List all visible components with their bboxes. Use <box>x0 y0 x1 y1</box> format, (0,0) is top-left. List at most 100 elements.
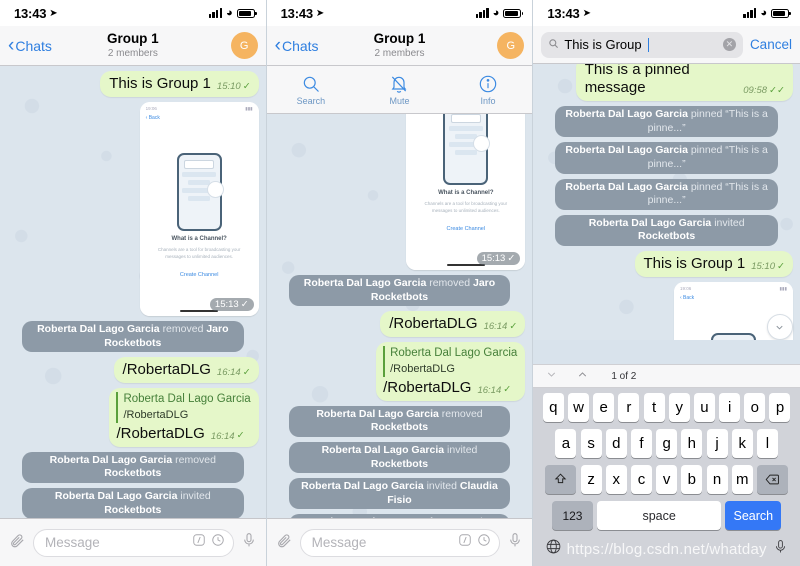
outgoing-bubble[interactable]: This is Group 1 15:10 ✓ <box>100 71 259 97</box>
scroll-to-bottom-button[interactable] <box>766 314 793 340</box>
read-tick-icon: ✓ <box>777 260 785 272</box>
reply-bubble[interactable]: Roberta Dal Lago Garcia /RobertaDLG /Rob… <box>376 342 526 401</box>
service-actor: Roberta Dal Lago Garcia <box>303 277 427 289</box>
shift-arrow-icon[interactable] <box>545 465 577 494</box>
key-b[interactable]: b <box>681 465 703 494</box>
paperclip-icon[interactable] <box>276 532 293 554</box>
nav-bar: ‹ Chats Group 1 2 members G <box>0 26 266 66</box>
wifi-icon: ◕ <box>492 6 500 19</box>
clear-circle-icon[interactable]: ✕ <box>722 38 736 51</box>
action-info-label: Info <box>480 95 496 106</box>
key-u[interactable]: u <box>693 393 715 422</box>
slash-command-icon[interactable] <box>458 533 472 552</box>
key-z[interactable]: z <box>580 465 602 494</box>
key-numbers[interactable]: 123 <box>551 501 593 530</box>
search-input[interactable]: This is Group ✕ <box>541 31 743 58</box>
service-action: invited <box>426 480 457 493</box>
key-q[interactable]: q <box>542 393 564 422</box>
key-w[interactable]: w <box>567 393 589 422</box>
message-text: /RobertaDLG <box>122 361 211 379</box>
key-v[interactable]: v <box>656 465 678 494</box>
avatar[interactable]: G <box>497 32 525 59</box>
service-actor: Roberta Dal Lago Garcia <box>565 144 688 157</box>
chat-scroll-area[interactable]: This is a pinned message 09:58 ✓✓ Robert… <box>533 64 800 340</box>
key-t[interactable]: t <box>643 393 665 422</box>
slash-command-icon[interactable] <box>192 533 206 552</box>
service-action: pinned <box>690 180 723 193</box>
key-n[interactable]: n <box>706 465 728 494</box>
message-meta: 16:14 ✓ <box>211 431 245 443</box>
key-s[interactable]: s <box>580 429 602 458</box>
chat-scroll-area[interactable]: This is Group 1 15:10 ✓ 19:06 ▮▮▮ ‹ Back… <box>0 66 266 566</box>
reply-quote[interactable]: Roberta Dal Lago Garcia /RobertaDLG <box>116 392 251 423</box>
key-k[interactable]: k <box>731 429 753 458</box>
service-action: pinned <box>690 108 723 120</box>
reply-bubble[interactable]: Roberta Dal Lago Garcia /RobertaDLG /Rob… <box>109 388 259 447</box>
key-x[interactable]: x <box>605 465 627 494</box>
key-m[interactable]: m <box>731 465 753 494</box>
key-r[interactable]: r <box>618 393 640 422</box>
message-meta: 15:10 ✓ <box>751 261 785 273</box>
message-time: 09:58 <box>743 85 768 96</box>
message-text: This is Group 1 <box>643 255 746 273</box>
read-tick-icon: ✓ <box>242 367 251 379</box>
action-search-button[interactable]: Search <box>267 66 356 113</box>
key-search-return[interactable]: Search <box>725 501 782 530</box>
key-a[interactable]: a <box>555 429 577 458</box>
photo-attachment: 19:06 ▮▮▮ ‹ Back What is a Channel? <box>139 102 259 316</box>
message-input[interactable]: Message <box>33 528 234 557</box>
key-y[interactable]: y <box>668 393 690 422</box>
read-tick-icon: ✓ <box>503 384 512 396</box>
key-d[interactable]: d <box>605 429 627 458</box>
service-actor: Roberta Dal Lago Garcia <box>49 453 173 466</box>
key-p[interactable]: p <box>769 393 791 422</box>
outgoing-bubble[interactable]: This is a pinned message 09:58 ✓✓ <box>575 64 793 101</box>
reply-quote[interactable]: Roberta Dal Lago Garcia /RobertaDLG <box>383 346 517 377</box>
location-arrow-icon: ➤ <box>49 7 58 19</box>
key-f[interactable]: f <box>630 429 652 458</box>
message-text: /RobertaDLG <box>383 378 472 396</box>
backspace-icon[interactable] <box>756 465 788 494</box>
cancel-search-button[interactable]: Cancel <box>750 37 792 52</box>
service-message: Roberta Dal Lago Garcia invited Rocketbo… <box>288 441 511 474</box>
avatar[interactable]: G <box>230 32 258 59</box>
key-l[interactable]: l <box>756 429 778 458</box>
message-input-bar: Message <box>0 518 266 566</box>
outgoing-bubble[interactable]: /RobertaDLG 16:14 ✓ <box>113 357 259 384</box>
key-o[interactable]: o <box>744 393 766 422</box>
action-mute-button[interactable]: Mute <box>355 66 444 113</box>
paperclip-icon[interactable] <box>9 532 26 554</box>
globe-icon[interactable] <box>545 538 562 559</box>
message-input[interactable]: Message <box>299 528 501 557</box>
reply-body: /RobertaDLG 16:14 ✓ <box>383 379 517 397</box>
key-space[interactable]: space <box>597 501 722 530</box>
service-message: Roberta Dal Lago Garcia invited Claudia … <box>288 478 511 510</box>
service-message-row: Roberta Dal Lago Garcia invited Rocketbo… <box>7 487 259 520</box>
key-e[interactable]: e <box>593 393 615 422</box>
microphone-icon[interactable] <box>241 532 257 553</box>
battery-icon <box>236 8 257 18</box>
photo-bubble[interactable]: 19:06 ▮▮▮ ‹ Back What is a Channel? <box>406 114 526 270</box>
action-info-button[interactable]: Info <box>444 66 533 113</box>
reply-snippet: /RobertaDLG <box>390 362 455 375</box>
microphone-icon[interactable] <box>507 532 523 553</box>
clock-icon[interactable] <box>211 533 225 552</box>
outgoing-bubble[interactable]: /RobertaDLG 16:14 ✓ <box>380 311 526 338</box>
chevron-down-icon[interactable] <box>545 368 558 384</box>
microphone-icon[interactable] <box>773 539 788 558</box>
key-g[interactable]: g <box>656 429 678 458</box>
key-i[interactable]: i <box>719 393 741 422</box>
wifi-icon: ◕ <box>226 6 233 19</box>
message-list: This is a pinned message 09:58 ✓✓ Robert… <box>533 64 800 340</box>
service-actor: Roberta Dal Lago Garcia <box>588 216 712 229</box>
outgoing-bubble[interactable]: This is Group 1 15:10 ✓ <box>634 251 793 278</box>
key-c[interactable]: c <box>630 465 652 494</box>
key-h[interactable]: h <box>681 429 703 458</box>
back-to-chats-button[interactable]: ‹ Chats <box>275 36 319 55</box>
back-to-chats-button[interactable]: ‹ Chats <box>8 36 52 55</box>
key-j[interactable]: j <box>706 429 728 458</box>
chat-scroll-area[interactable]: 19:06 ▮▮▮ ‹ Back What is a Channel? <box>266 114 533 566</box>
chevron-up-icon[interactable] <box>576 368 589 384</box>
clock-icon[interactable] <box>477 533 491 552</box>
photo-bubble[interactable]: 19:06 ▮▮▮ ‹ Back What is a Channel? <box>139 102 259 316</box>
